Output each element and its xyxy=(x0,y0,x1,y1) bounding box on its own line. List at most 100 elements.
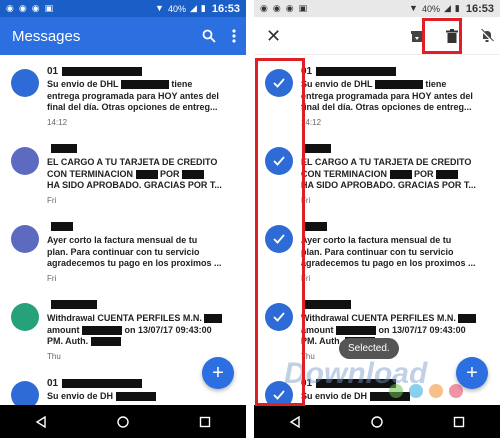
preview-text: EL CARGO A TU TARJETA DE CREDITO xyxy=(47,157,218,167)
list-item[interactable]: 01 Su envio de DHL tiene entrega program… xyxy=(0,55,246,133)
more-vert-icon[interactable] xyxy=(232,29,236,43)
close-selection-button[interactable]: ✕ xyxy=(254,27,281,45)
redacted-block xyxy=(135,169,158,179)
preview-text: Su envio de DH xyxy=(301,391,368,401)
timestamp: Fri xyxy=(47,196,57,205)
message-preview: Ayer corto la factura mensual de tu plan… xyxy=(301,235,493,270)
message-preview: EL CARGO A TU TARJETA DE CREDITO CON TER… xyxy=(47,157,239,192)
timestamp: Fri xyxy=(47,274,57,283)
messages-selection-screen: ◉ ◉ ◉ ▣ ▼ 40% ◢ ▮ 16:53 ✕ 01 Su envio de… xyxy=(254,0,500,438)
preview-text: EL CARGO A TU TARJETA DE CREDITO xyxy=(301,157,472,167)
location-icon: ◉ xyxy=(272,3,281,13)
preview-text: tiene xyxy=(171,79,193,89)
home-icon[interactable] xyxy=(371,415,383,428)
conversation-list: 01 Su envio de DHL tiene entrega program… xyxy=(0,55,246,409)
preview-text: amount xyxy=(301,324,334,335)
sender-name xyxy=(301,144,331,153)
redacted-block xyxy=(458,314,477,324)
redacted-block xyxy=(305,300,351,309)
battery-icon: ▮ xyxy=(200,3,206,13)
status-time: 16:53 xyxy=(211,2,240,15)
redacted-block xyxy=(90,337,121,347)
redacted-block xyxy=(389,169,412,179)
compose-fab[interactable]: + xyxy=(202,357,234,389)
preview-text: amount xyxy=(47,324,80,335)
redacted-block xyxy=(51,144,77,153)
preview-text: entrega programada para HOY antes del xyxy=(301,90,473,101)
timestamp: Thu xyxy=(47,352,61,361)
selected-check[interactable] xyxy=(265,303,293,331)
check-icon xyxy=(273,234,285,244)
navigation-bar xyxy=(254,405,500,438)
selected-check[interactable] xyxy=(265,147,293,175)
battery-percent: 40% xyxy=(421,3,440,14)
redacted-block xyxy=(51,222,73,231)
avatar xyxy=(11,303,39,331)
preview-text: on 13/07/17 09:43:00 xyxy=(378,324,466,335)
preview-text: plan. Para continuar con tu servicio xyxy=(47,246,200,257)
recents-icon[interactable] xyxy=(199,416,211,428)
search-icon[interactable] xyxy=(202,29,216,43)
home-icon[interactable] xyxy=(117,415,129,428)
redacted-block xyxy=(51,300,97,309)
signal-icon: ◢ xyxy=(189,3,197,13)
list-item[interactable]: EL CARGO A TU TARJETA DE CREDITO CON TER… xyxy=(254,133,500,211)
avatar xyxy=(11,225,39,253)
redacted-block xyxy=(115,392,156,402)
message-preview: Withdrawal CUENTA PERFILES M.N. amount o… xyxy=(47,313,239,348)
preview-text: Ayer corto la factura mensual de tu xyxy=(47,235,198,245)
sender-name xyxy=(301,222,327,231)
selected-check[interactable] xyxy=(265,225,293,253)
archive-icon[interactable] xyxy=(410,29,424,43)
sender-name: 01 xyxy=(47,66,143,77)
location-icon: ◉ xyxy=(31,3,40,13)
sender-name xyxy=(301,300,351,309)
timestamp: Fri xyxy=(301,196,311,205)
battery-icon: ▮ xyxy=(454,3,460,13)
watermark-dot xyxy=(389,384,403,398)
compose-fab[interactable]: + xyxy=(456,357,488,389)
sender-name xyxy=(47,300,97,309)
list-item[interactable]: 01 Su envio de DHL tiene entrega program… xyxy=(254,55,500,133)
selected-toast: Selected. xyxy=(339,338,399,359)
trash-icon[interactable] xyxy=(446,28,458,43)
location-icon: ◉ xyxy=(18,3,27,13)
location-icon: ◉ xyxy=(285,3,294,13)
redacted-block xyxy=(305,222,327,231)
notifications-off-icon[interactable] xyxy=(480,28,494,43)
location-icon: ◉ xyxy=(260,3,268,13)
message-preview: Su envio de DH xyxy=(47,391,239,403)
recents-icon[interactable] xyxy=(453,416,465,428)
preview-text: Su envio de DHL xyxy=(47,79,119,89)
timestamp: Fri xyxy=(301,274,311,283)
message-preview: EL CARGO A TU TARJETA DE CREDITO CON TER… xyxy=(301,157,493,192)
list-item[interactable]: Ayer corto la factura mensual de tu plan… xyxy=(254,211,500,289)
list-item[interactable]: Withdrawal CUENTA PERFILES M.N. amount o… xyxy=(0,289,246,367)
check-icon xyxy=(273,156,285,166)
status-time: 16:53 xyxy=(465,2,494,15)
preview-text: final del día. Otras opciones de entreg.… xyxy=(47,102,218,112)
watermark-dot xyxy=(449,384,463,398)
sender-name: 01 xyxy=(301,66,397,77)
page-title: Messages xyxy=(12,27,81,45)
redacted-block xyxy=(374,80,423,90)
list-item[interactable]: Ayer corto la factura mensual de tu plan… xyxy=(0,211,246,289)
selected-check[interactable] xyxy=(265,69,293,97)
preview-text: POR xyxy=(160,168,180,179)
redacted-block xyxy=(305,144,331,153)
image-icon: ▣ xyxy=(298,3,308,13)
preview-text: HA SIDO APROBADO. GRACIAS POR T... xyxy=(47,180,222,190)
check-icon xyxy=(273,312,285,322)
timestamp: 14:12 xyxy=(47,118,68,127)
sender-text: 01 xyxy=(47,378,59,389)
preview-text: CON TERMINACION xyxy=(47,168,133,179)
sender-name xyxy=(47,144,77,153)
timestamp: 14:12 xyxy=(301,118,322,127)
list-item[interactable]: EL CARGO A TU TARJETA DE CREDITO CON TER… xyxy=(0,133,246,211)
sender-name xyxy=(47,222,73,231)
app-bar: Messages xyxy=(0,17,246,55)
back-icon[interactable] xyxy=(35,415,47,428)
back-icon[interactable] xyxy=(289,415,301,428)
preview-text: CON TERMINACION xyxy=(301,168,387,179)
location-icon: ◉ xyxy=(6,3,14,13)
